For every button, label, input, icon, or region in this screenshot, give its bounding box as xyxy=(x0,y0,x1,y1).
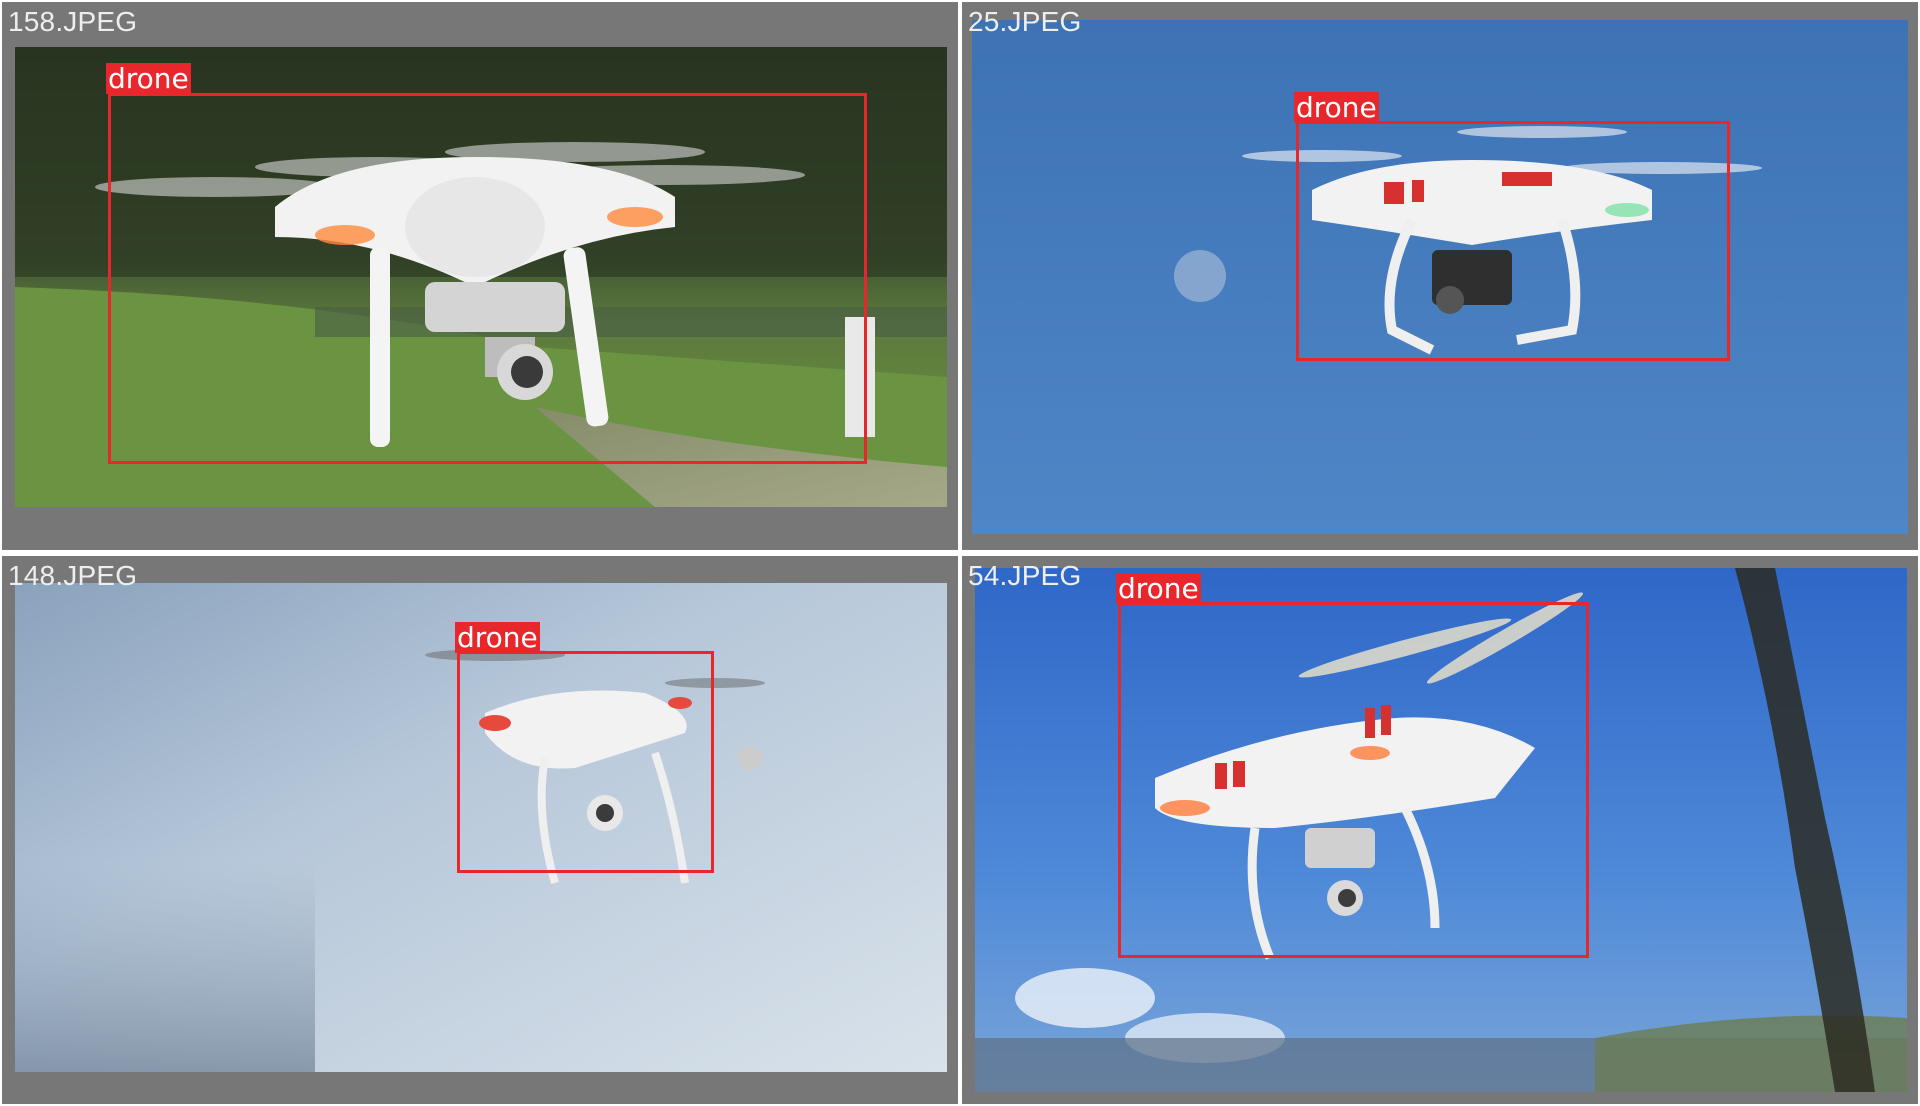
image-panel-158: 158.JPEG drone xyxy=(2,2,958,550)
detection-box xyxy=(108,93,867,464)
image-panel-54: 54.JPEG drone xyxy=(962,556,1918,1104)
detection-label: drone xyxy=(455,621,540,654)
image-filename: 54.JPEG xyxy=(968,560,1082,591)
image-panel-148: 148.JPEG drone xyxy=(2,556,958,1104)
detection-label: drone xyxy=(1294,91,1379,124)
detection-box xyxy=(457,651,714,873)
image-filename: 25.JPEG xyxy=(968,6,1082,37)
detection-label: drone xyxy=(106,62,191,95)
image-filename: 158.JPEG xyxy=(8,6,138,37)
image-filename: 148.JPEG xyxy=(8,560,138,591)
detection-label: drone xyxy=(1116,572,1201,605)
detection-box xyxy=(1296,121,1730,361)
detection-box xyxy=(1118,602,1589,958)
image-panel-25: 25.JPEG drone xyxy=(962,2,1918,550)
